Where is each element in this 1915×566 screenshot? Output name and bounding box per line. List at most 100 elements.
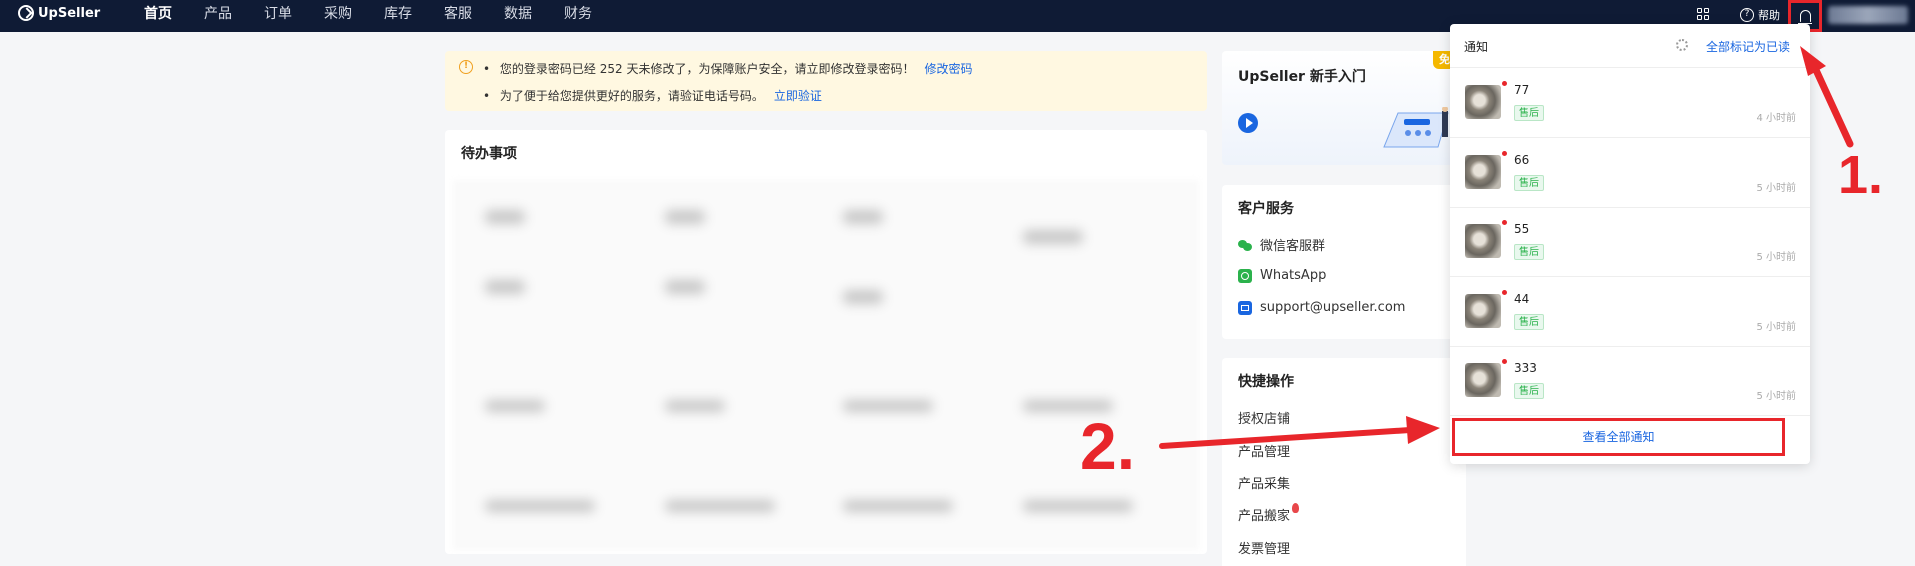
getting-started-card[interactable]: UpSeller 新手入门 免 — [1222, 51, 1466, 165]
service-item-whatsapp[interactable]: WhatsApp — [1238, 268, 1326, 283]
service-item-email[interactable]: support@upseller.com — [1238, 300, 1405, 315]
mark-all-read-link[interactable]: 全部标记为已读 — [1706, 38, 1790, 55]
nav-item-products[interactable]: 产品 — [188, 0, 248, 32]
help-icon: ? — [1740, 8, 1754, 22]
quick-item-authorize-store[interactable]: 授权店铺 — [1238, 408, 1290, 427]
nav-item-orders[interactable]: 订单 — [248, 0, 308, 32]
todo-card: 待办事项 — [445, 130, 1207, 554]
notification-thumbnail — [1465, 294, 1501, 328]
notification-header: 通知 全部标记为已读 — [1450, 24, 1810, 68]
notification-item-title: 66 — [1514, 153, 1530, 167]
blur-blob — [1023, 500, 1133, 512]
notice-line-password: 您的登录密码已经 252 天未修改了，为保障账户安全，请立即修改登录密码！ 修改密… — [483, 60, 973, 77]
help-button[interactable]: ? 帮助 — [1740, 7, 1780, 23]
notification-item-title: 44 — [1514, 292, 1530, 306]
nav-item-finance[interactable]: 财务 — [548, 0, 608, 32]
hot-flame-icon — [1292, 503, 1300, 513]
blur-blob — [665, 280, 705, 294]
unread-dot — [1502, 359, 1507, 364]
nav-item-purchase[interactable]: 采购 — [308, 0, 368, 32]
notice-text-phone: 为了便于给您提供更好的服务，请验证电话号码。 — [499, 89, 764, 103]
blur-blob — [665, 500, 775, 512]
nav-item-inventory[interactable]: 库存 — [368, 0, 428, 32]
quick-item-invoice-management[interactable]: 发票管理 — [1238, 538, 1290, 557]
help-label: 帮助 — [1758, 9, 1780, 22]
quick-title: 快捷操作 — [1238, 374, 1294, 390]
blur-blob — [843, 500, 953, 512]
blur-blob — [843, 210, 883, 224]
apps-button[interactable] — [1697, 8, 1709, 20]
quick-item-product-collection[interactable]: 产品采集 — [1238, 473, 1290, 492]
nav-item-service[interactable]: 客服 — [428, 0, 488, 32]
blur-blob — [665, 400, 725, 412]
blur-blob — [485, 500, 595, 512]
nav-item-data[interactable]: 数据 — [488, 0, 548, 32]
blur-blob — [485, 280, 525, 294]
notification-item[interactable]: 333 售后 5 小时前 — [1450, 347, 1810, 416]
user-account-blurred[interactable] — [1828, 6, 1908, 24]
todo-title: 待办事项 — [461, 146, 517, 162]
after-sale-tag: 售后 — [1514, 383, 1544, 399]
quick-item-product-migration[interactable]: 产品搬家 — [1238, 503, 1300, 524]
notice-text-password: 您的登录密码已经 252 天未修改了，为保障账户安全，请立即修改登录密码！ — [499, 62, 915, 76]
blur-blob — [665, 210, 705, 224]
service-label: WhatsApp — [1260, 268, 1327, 283]
after-sale-tag: 售后 — [1514, 244, 1544, 260]
verify-phone-link[interactable]: 立即验证 — [774, 89, 822, 103]
notification-time: 5 小时前 — [1756, 252, 1796, 263]
logo[interactable]: UpSeller — [18, 5, 100, 21]
blur-blob — [485, 210, 525, 224]
settings-gear-icon[interactable] — [1676, 39, 1688, 51]
notification-thumbnail — [1465, 85, 1501, 119]
unread-dot — [1502, 220, 1507, 225]
quick-item-label: 产品搬家 — [1238, 509, 1291, 524]
apps-grid-icon — [1697, 8, 1709, 20]
unread-dot — [1502, 81, 1507, 86]
change-password-link[interactable]: 修改密码 — [924, 62, 972, 76]
notification-time: 5 小时前 — [1756, 322, 1796, 333]
notification-item-title: 55 — [1514, 222, 1530, 236]
notification-item-title: 77 — [1514, 83, 1530, 97]
unread-dot — [1502, 290, 1507, 295]
notification-item-title: 333 — [1514, 361, 1537, 375]
notification-time: 4 小时前 — [1756, 113, 1796, 124]
notification-item[interactable]: 77 售后 4 小时前 — [1450, 69, 1810, 138]
guide-illustration — [1383, 107, 1449, 148]
service-item-wechat[interactable]: 微信客服群 — [1238, 235, 1325, 254]
notification-dropdown: 通知 全部标记为已读 77 售后 4 小时前 66 售后 5 小时前 55 售后… — [1450, 24, 1810, 464]
play-icon[interactable] — [1238, 113, 1258, 133]
notification-title: 通知 — [1464, 40, 1489, 54]
annotation-step-2: 2. — [1080, 409, 1136, 483]
after-sale-tag: 售后 — [1514, 175, 1544, 191]
unread-dot — [1502, 151, 1507, 156]
guide-title: UpSeller 新手入门 — [1238, 69, 1366, 85]
blur-blob — [843, 400, 933, 412]
service-label: support@upseller.com — [1260, 300, 1406, 315]
notification-item[interactable]: 44 售后 5 小时前 — [1450, 278, 1810, 347]
quick-item-product-management[interactable]: 产品管理 — [1238, 441, 1290, 460]
view-all-notifications-button[interactable]: 查看全部通知 — [1452, 418, 1785, 456]
after-sale-tag: 售后 — [1514, 105, 1544, 121]
notice-line-phone: 为了便于给您提供更好的服务，请验证电话号码。立即验证 — [483, 87, 822, 104]
service-title: 客户服务 — [1238, 201, 1294, 217]
notification-thumbnail — [1465, 363, 1501, 397]
blur-blob — [485, 400, 545, 412]
nav-item-home[interactable]: 首页 — [128, 0, 188, 32]
notification-item[interactable]: 66 售后 5 小时前 — [1450, 139, 1810, 208]
notification-time: 5 小时前 — [1756, 391, 1796, 402]
security-notice: ! 您的登录密码已经 252 天未修改了，为保障账户安全，请立即修改登录密码！ 修… — [445, 51, 1207, 111]
notification-item[interactable]: 55 售后 5 小时前 — [1450, 208, 1810, 277]
mail-icon — [1238, 300, 1252, 315]
notification-thumbnail — [1465, 224, 1501, 258]
blur-blob — [843, 290, 883, 304]
wechat-icon — [1238, 238, 1252, 252]
service-label: 微信客服群 — [1260, 239, 1326, 254]
warning-icon: ! — [459, 60, 473, 74]
brand-name: UpSeller — [38, 5, 101, 21]
quick-actions-card: 快捷操作 授权店铺 产品管理 产品采集 产品搬家 发票管理 — [1222, 358, 1466, 566]
nav-menu: 首页 产品 订单 采购 库存 客服 数据 财务 — [128, 0, 608, 32]
notification-time: 5 小时前 — [1756, 183, 1796, 194]
annotation-step-1: 1. — [1838, 145, 1884, 205]
notification-thumbnail — [1465, 155, 1501, 189]
arrow-to-bell — [1812, 66, 1854, 148]
